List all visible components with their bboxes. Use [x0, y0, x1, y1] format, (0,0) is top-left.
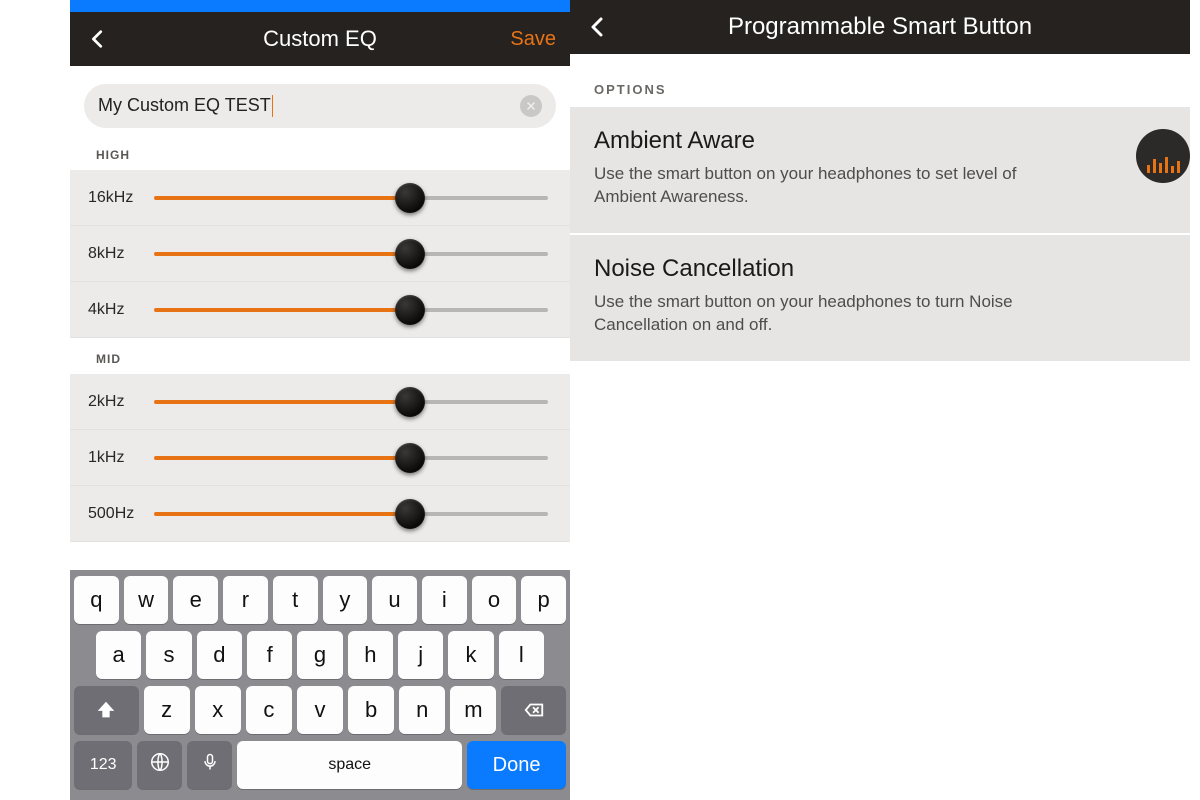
key-space[interactable]: space	[237, 741, 462, 789]
keyboard-row-4: 123 space Done	[74, 741, 566, 789]
back-button[interactable]	[84, 25, 112, 53]
option-noise-cancellation[interactable]: Noise Cancellation Use the smart button …	[570, 235, 1190, 363]
key-s[interactable]: s	[146, 631, 191, 679]
ambient-aware-icon	[1136, 129, 1190, 183]
key-n[interactable]: n	[399, 686, 445, 734]
status-bar	[70, 0, 570, 12]
key-r[interactable]: r	[223, 576, 268, 624]
save-button[interactable]: Save	[510, 28, 556, 51]
smart-button-body: OPTIONS Ambient Aware Use the smart butt…	[570, 54, 1190, 363]
slider-thumb[interactable]	[395, 183, 425, 213]
freq-label: 16kHz	[88, 189, 150, 207]
option-title: Noise Cancellation	[594, 255, 1080, 283]
slider-thumb[interactable]	[395, 499, 425, 529]
page-title: Programmable Smart Button	[570, 13, 1190, 41]
slider-track[interactable]	[154, 196, 548, 200]
section-label-mid: MID	[70, 338, 570, 374]
clear-icon[interactable]	[520, 95, 542, 117]
option-title: Ambient Aware	[594, 127, 1080, 155]
key-mic[interactable]	[187, 741, 232, 789]
key-v[interactable]: v	[297, 686, 343, 734]
key-backspace[interactable]	[501, 686, 566, 734]
freq-label: 4kHz	[88, 301, 150, 319]
slider-track[interactable]	[154, 308, 548, 312]
microphone-icon	[200, 752, 220, 778]
slider-thumb[interactable]	[395, 443, 425, 473]
key-f[interactable]: f	[247, 631, 292, 679]
key-q[interactable]: q	[74, 576, 119, 624]
slider-track[interactable]	[154, 252, 548, 256]
header-smart-button: Programmable Smart Button	[570, 0, 1190, 54]
eq-band-4khz[interactable]: 4kHz	[70, 282, 570, 338]
eq-band-16khz[interactable]: 16kHz	[70, 170, 570, 226]
keyboard-row-2: a s d f g h j k l	[74, 631, 566, 679]
keyboard-row-3: z x c v b n m	[74, 686, 566, 734]
screen-smart-button: Programmable Smart Button OPTIONS Ambien…	[570, 0, 1190, 800]
slider-thumb[interactable]	[395, 295, 425, 325]
header-custom-eq: Custom EQ Save	[70, 12, 570, 66]
key-t[interactable]: t	[273, 576, 318, 624]
eq-name-input[interactable]: My Custom EQ TEST	[84, 84, 556, 128]
options-label: OPTIONS	[570, 54, 1190, 107]
text-caret	[272, 95, 273, 117]
freq-label: 8kHz	[88, 245, 150, 263]
key-u[interactable]: u	[372, 576, 417, 624]
screen-custom-eq: Custom EQ Save My Custom EQ TEST HIGH 16…	[70, 0, 570, 800]
key-g[interactable]: g	[297, 631, 342, 679]
option-desc: Use the smart button on your headphones …	[594, 163, 1080, 209]
key-p[interactable]: p	[521, 576, 566, 624]
eq-name-value: My Custom EQ TEST	[98, 95, 520, 117]
keyboard: q w e r t y u i o p a s d f g h j k l z	[70, 570, 570, 800]
slider-track[interactable]	[154, 512, 548, 516]
slider-thumb[interactable]	[395, 387, 425, 417]
freq-label: 1kHz	[88, 449, 150, 467]
eq-band-2khz[interactable]: 2kHz	[70, 374, 570, 430]
key-h[interactable]: h	[348, 631, 393, 679]
key-w[interactable]: w	[124, 576, 169, 624]
globe-icon	[149, 751, 171, 779]
key-j[interactable]: j	[398, 631, 443, 679]
section-label-high: HIGH	[70, 134, 570, 170]
back-button[interactable]	[584, 13, 612, 41]
key-a[interactable]: a	[96, 631, 141, 679]
key-y[interactable]: y	[323, 576, 368, 624]
key-x[interactable]: x	[195, 686, 241, 734]
key-mode-123[interactable]: 123	[74, 741, 132, 789]
key-d[interactable]: d	[197, 631, 242, 679]
page-title: Custom EQ	[70, 26, 570, 52]
key-k[interactable]: k	[448, 631, 493, 679]
key-globe[interactable]	[137, 741, 182, 789]
key-l[interactable]: l	[499, 631, 544, 679]
eq-band-500hz[interactable]: 500Hz	[70, 486, 570, 542]
eq-name-row: My Custom EQ TEST	[70, 66, 570, 134]
key-shift[interactable]	[74, 686, 139, 734]
eq-band-1khz[interactable]: 1kHz	[70, 430, 570, 486]
key-e[interactable]: e	[173, 576, 218, 624]
slider-track[interactable]	[154, 456, 548, 460]
key-c[interactable]: c	[246, 686, 292, 734]
key-o[interactable]: o	[472, 576, 517, 624]
key-i[interactable]: i	[422, 576, 467, 624]
freq-label: 2kHz	[88, 393, 150, 411]
keyboard-row-1: q w e r t y u i o p	[74, 576, 566, 624]
key-done[interactable]: Done	[467, 741, 566, 789]
option-desc: Use the smart button on your headphones …	[594, 291, 1080, 337]
freq-label: 500Hz	[88, 505, 150, 523]
slider-thumb[interactable]	[395, 239, 425, 269]
eq-band-8khz[interactable]: 8kHz	[70, 226, 570, 282]
key-b[interactable]: b	[348, 686, 394, 734]
key-z[interactable]: z	[144, 686, 190, 734]
slider-track[interactable]	[154, 400, 548, 404]
option-ambient-aware[interactable]: Ambient Aware Use the smart button on yo…	[570, 107, 1190, 235]
key-m[interactable]: m	[450, 686, 496, 734]
